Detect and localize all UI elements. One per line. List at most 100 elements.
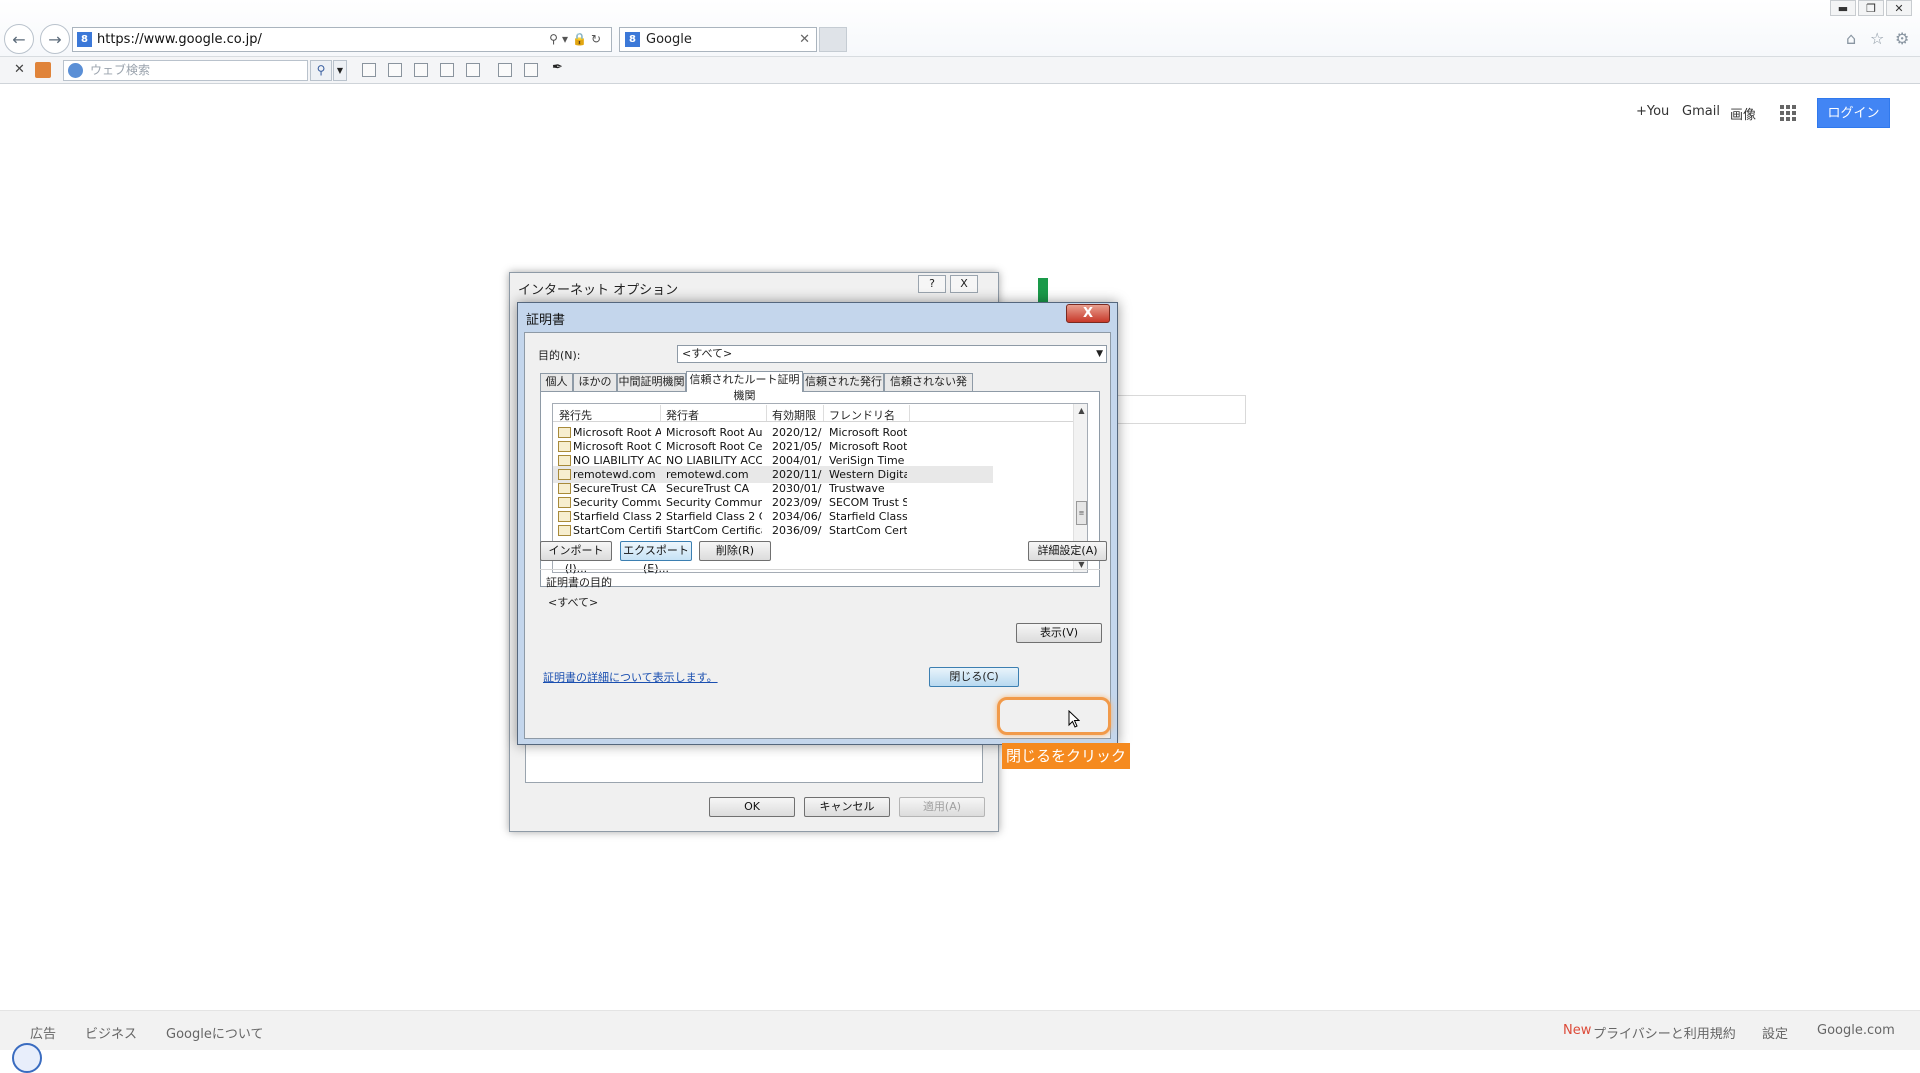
footer-settings-link[interactable]: 設定	[1762, 1023, 1788, 1042]
chevron-down-icon: ▼	[336, 66, 344, 75]
toolbar-home-icon[interactable]	[35, 62, 51, 78]
forward-button[interactable]: →	[40, 24, 70, 54]
web-search-button[interactable]: ⚲	[310, 60, 332, 81]
refresh-icon[interactable]: ↻	[591, 32, 605, 46]
address-url[interactable]: https://www.google.co.jp/	[97, 28, 262, 51]
back-button[interactable]: ←	[4, 24, 34, 54]
document-icon[interactable]	[388, 63, 402, 77]
chevron-down-icon: ▼	[1096, 349, 1103, 359]
purpose-group-label: 証明書の目的	[546, 576, 612, 589]
table-cell: 2036/09/...	[772, 524, 822, 537]
page-icon[interactable]	[362, 63, 376, 77]
google-footer: 広告 ビジネス Googleについて New プライバシーと利用規約 設定 Go…	[0, 1010, 1920, 1050]
back-arrow-icon: ←	[12, 29, 26, 49]
ok-button[interactable]: OK	[709, 797, 795, 817]
taskbar-ie-icon[interactable]	[12, 1043, 42, 1073]
address-bar[interactable]: 8 https://www.google.co.jp/ ⚲▾🔒↻	[72, 27, 612, 52]
cancel-button[interactable]: キャンセル	[804, 797, 890, 817]
scroll-thumb[interactable]: ≡	[1076, 501, 1087, 525]
view-button[interactable]: 表示(V)	[1016, 623, 1102, 643]
tab-close-icon[interactable]: ✕	[799, 28, 810, 51]
home-icon[interactable]: ⌂	[1846, 29, 1856, 48]
window-icon[interactable]	[440, 63, 454, 77]
gear-icon[interactable]: ⚙	[1895, 29, 1909, 48]
table-cell: StartCom Certificatio...	[666, 524, 762, 537]
lock-icon[interactable]: 🔒	[572, 32, 591, 46]
window-close-button[interactable]: ✕	[1886, 0, 1912, 16]
search-icon[interactable]: ⚲	[549, 32, 562, 46]
table-cell: StartCom Certifi...	[829, 524, 907, 537]
click-close-callout: 閉じるをクリック	[1002, 743, 1130, 769]
tab-trusted-publishers[interactable]: 信頼された発行元	[803, 373, 884, 404]
web-search-input[interactable]: ウェブ検索	[63, 60, 308, 81]
certificate-icon	[558, 427, 571, 438]
certificate-icon	[558, 455, 571, 466]
table-cell: StartCom Certificat...	[573, 524, 661, 537]
column-issued-to[interactable]: 発行先	[559, 407, 592, 423]
certificate-dialog: 証明書 X 目的(N): <すべて> ▼ 個人 ほかの人 中間証明機関 信頼され…	[517, 302, 1118, 745]
column-friendly-name[interactable]: フレンドリ名	[829, 407, 895, 423]
certificate-icon	[558, 511, 571, 522]
footer-ads-link[interactable]: 広告	[30, 1023, 56, 1042]
google-search-box[interactable]	[1110, 395, 1246, 424]
tab-intermediate[interactable]: 中間証明機関	[617, 373, 686, 391]
certificate-icon	[558, 483, 571, 494]
monitor-settings-icon[interactable]	[524, 63, 538, 77]
images-link[interactable]: 画像	[1730, 104, 1756, 123]
certificate-icon	[558, 469, 571, 480]
table-icon[interactable]	[414, 63, 428, 77]
close-button-highlight	[997, 697, 1111, 735]
footer-about-link[interactable]: Googleについて	[166, 1023, 263, 1042]
google-favicon-icon: 8	[77, 32, 92, 47]
scroll-up-icon[interactable]: ▲	[1074, 404, 1087, 418]
tab-personal[interactable]: 個人	[540, 373, 573, 391]
close-button[interactable]: 閉じる(C)	[929, 667, 1019, 687]
apps-grid-icon[interactable]	[1780, 105, 1796, 121]
minimize-button[interactable]: ▬	[1830, 0, 1856, 16]
footer-new-badge: New	[1563, 1023, 1592, 1038]
close-toolbar-icon[interactable]: ✕	[14, 62, 25, 77]
restore-button[interactable]: ❐	[1858, 0, 1884, 16]
internet-options-title: インターネット オプション	[518, 283, 679, 298]
internet-options-close-button[interactable]: X	[950, 275, 978, 293]
pin-icon[interactable]: ✒	[552, 60, 566, 75]
help-button[interactable]: ?	[918, 275, 946, 293]
footer-privacy-link[interactable]: プライバシーと利用規約	[1593, 1023, 1736, 1042]
certificate-title: 証明書	[526, 313, 566, 328]
column-issued-by[interactable]: 発行者	[666, 407, 699, 423]
plus-you-link[interactable]: +You	[1636, 104, 1669, 119]
tab-trusted-root[interactable]: 信頼されたルート証明機関	[686, 371, 803, 402]
purpose-label: 目的(N):	[538, 349, 581, 362]
login-button[interactable]: ログイン	[1817, 98, 1890, 128]
footer-google-com-link[interactable]: Google.com	[1817, 1023, 1895, 1038]
table-row[interactable]: StartCom Certificat... StartCom Certifica…	[553, 522, 993, 539]
certificate-body: 目的(N): <すべて> ▼ 個人 ほかの人 中間証明機関 信頼されたルート証明…	[524, 332, 1111, 739]
advanced-button[interactable]: 詳細設定(A)	[1028, 541, 1107, 561]
column-expiration[interactable]: 有効期限	[772, 407, 816, 423]
address-tools[interactable]: ⚲▾🔒↻	[549, 28, 605, 51]
monitor-icon[interactable]	[498, 63, 512, 77]
globe-icon	[68, 63, 83, 78]
certificate-close-icon[interactable]: X	[1066, 304, 1110, 323]
web-search-dropdown[interactable]: ▼	[333, 60, 347, 81]
apply-button[interactable]: 適用(A)	[899, 797, 985, 817]
new-tab-button[interactable]	[819, 27, 847, 52]
certificate-icon	[558, 525, 571, 536]
tab-untrusted-publishers[interactable]: 信頼されない発行元	[884, 373, 973, 404]
certificate-purpose-group: 証明書の目的 <すべて>	[540, 569, 1100, 625]
certificate-icon	[558, 497, 571, 508]
export-button[interactable]: エクスポート(E)...	[620, 541, 692, 575]
window-cursor-icon[interactable]	[466, 63, 480, 77]
import-button[interactable]: インポート(I)...	[540, 541, 612, 575]
footer-business-link[interactable]: ビジネス	[85, 1023, 137, 1042]
search-icon: ⚲	[316, 63, 326, 77]
purpose-select[interactable]: <すべて> ▼	[677, 345, 1107, 363]
gmail-link[interactable]: Gmail	[1682, 104, 1720, 119]
tab-google[interactable]: 8 Google ✕	[619, 27, 817, 52]
dropdown-icon[interactable]: ▾	[562, 32, 572, 46]
google-favicon-icon: 8	[625, 32, 640, 47]
certificate-details-link[interactable]: 証明書の詳細について表示します。	[543, 669, 718, 685]
delete-button[interactable]: 削除(R)	[699, 541, 771, 561]
favorites-star-icon[interactable]: ☆	[1870, 29, 1884, 48]
tab-other-people[interactable]: ほかの人	[573, 373, 617, 404]
